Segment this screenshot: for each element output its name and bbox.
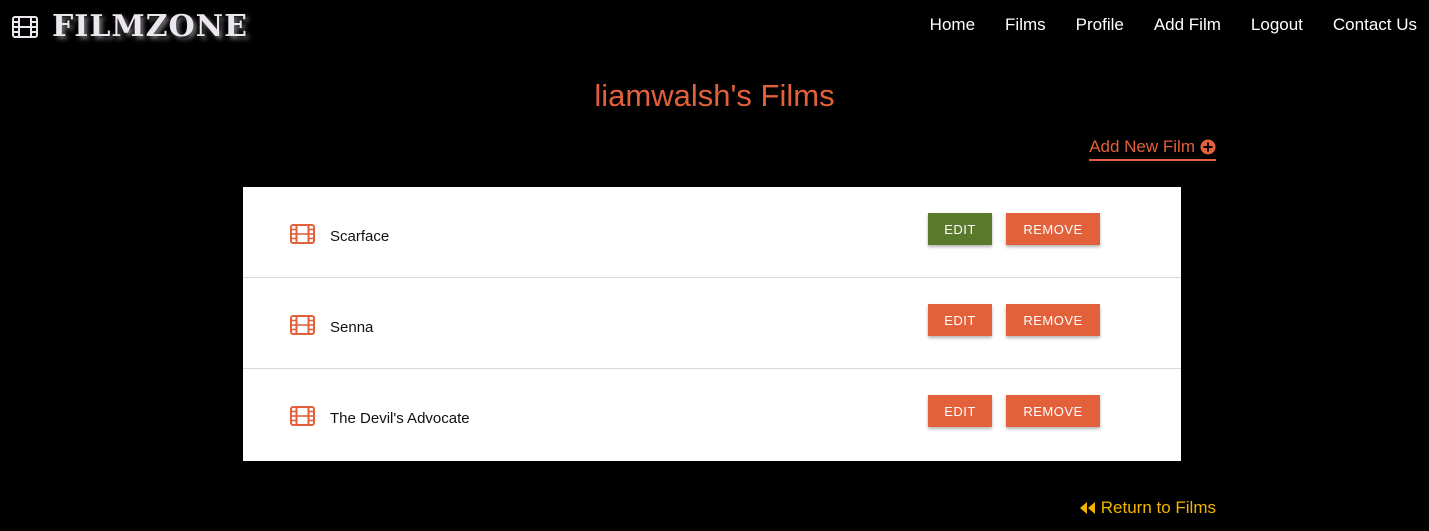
film-title: The Devil's Advocate: [330, 410, 470, 427]
film-icon: [290, 315, 315, 335]
add-new-film-label: Add New Film: [1089, 137, 1195, 156]
remove-button[interactable]: REMOVE: [1006, 213, 1100, 245]
nav-profile[interactable]: Profile: [1076, 14, 1124, 36]
brand-logo[interactable]: FILMZONE: [12, 10, 248, 44]
edit-button[interactable]: EDIT: [928, 304, 992, 336]
brand-name: FILMZONE: [52, 9, 248, 44]
film-title: Senna: [330, 319, 374, 336]
main-nav: Home Films Profile Add Film Logout Conta…: [930, 14, 1417, 36]
film-row: Scarface EDIT REMOVE: [243, 187, 1181, 278]
nav-films[interactable]: Films: [1005, 14, 1046, 36]
nav-add-film[interactable]: Add Film: [1154, 14, 1221, 36]
film-title: Scarface: [330, 228, 390, 245]
film-icon: [290, 406, 315, 426]
backward-icon: [1079, 501, 1096, 515]
edit-button[interactable]: EDIT: [928, 213, 992, 245]
page-title: liamwalsh's Films: [594, 78, 835, 113]
film-list: Scarface EDIT REMOVE Senna EDIT REMOVE T…: [243, 187, 1181, 461]
navbar: FILMZONE Home Films Profile Add Film Log…: [0, 0, 1429, 52]
add-new-film-link[interactable]: Add New Film: [1089, 136, 1216, 161]
nav-logout[interactable]: Logout: [1251, 14, 1303, 36]
return-to-films-label: Return to Films: [1100, 498, 1216, 517]
remove-button[interactable]: REMOVE: [1006, 395, 1100, 427]
film-row: Senna EDIT REMOVE: [243, 278, 1181, 369]
edit-button[interactable]: EDIT: [928, 395, 992, 427]
return-to-films-link[interactable]: Return to Films: [1079, 497, 1216, 519]
film-row: The Devil's Advocate EDIT REMOVE: [243, 369, 1181, 460]
remove-button[interactable]: REMOVE: [1006, 304, 1100, 336]
plus-circle-icon: [1200, 139, 1216, 155]
film-icon: [12, 16, 38, 38]
film-icon: [290, 224, 315, 244]
nav-home[interactable]: Home: [930, 14, 975, 36]
nav-contact-us[interactable]: Contact Us: [1333, 14, 1417, 36]
